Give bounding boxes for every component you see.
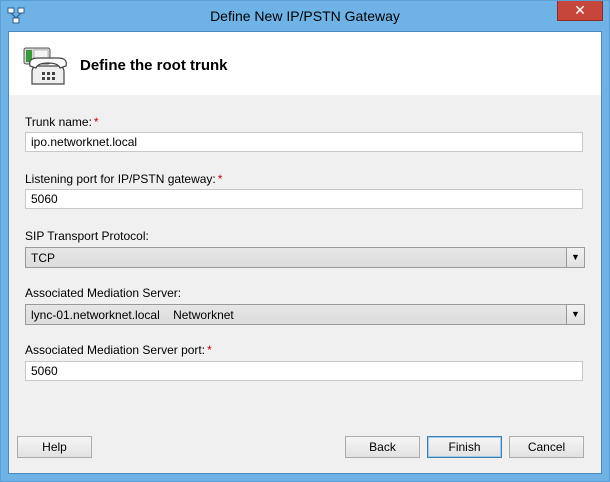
sip-protocol-select[interactable]: TCP ▼ — [25, 247, 585, 268]
trunk-name-input[interactable]: ipo.networknet.local — [25, 132, 583, 152]
mediation-server-value: lync-01.networknet.local Networknet — [31, 308, 234, 322]
mediation-port-label: Associated Mediation Server port: * — [25, 343, 212, 357]
required-marker: * — [93, 115, 99, 129]
cancel-button[interactable]: Cancel — [509, 436, 584, 458]
sip-protocol-label: SIP Transport Protocol: — [25, 229, 149, 243]
trunk-name-label-text: Trunk name: — [25, 115, 92, 129]
dropdown-arrow-icon[interactable]: ▼ — [566, 305, 584, 324]
required-marker: * — [207, 343, 212, 357]
mediation-port-input[interactable]: 5060 — [25, 361, 583, 381]
phone-gateway-icon — [18, 44, 68, 88]
mediation-server-select[interactable]: lync-01.networknet.local Networknet ▼ — [25, 304, 585, 325]
page-title: Define the root trunk — [80, 57, 228, 74]
dialog-client-area: Define the root trunk Trunk name: * ipo.n… — [8, 31, 602, 474]
trunk-name-label: Trunk name: * — [25, 115, 99, 129]
dialog-window: Define New IP/PSTN Gateway ✕ Define the … — [0, 0, 610, 482]
listening-port-input[interactable]: 5060 — [25, 189, 583, 209]
window-title: Define New IP/PSTN Gateway — [210, 8, 400, 24]
close-button[interactable]: ✕ — [557, 1, 603, 21]
listening-port-label-text: Listening port for IP/PSTN gateway: — [25, 172, 216, 186]
listening-port-label: Listening port for IP/PSTN gateway: * — [25, 172, 222, 186]
required-marker: * — [217, 172, 223, 186]
sip-protocol-value: TCP — [31, 251, 55, 265]
close-icon: ✕ — [574, 2, 586, 18]
mediation-port-label-text: Associated Mediation Server port: — [25, 343, 206, 357]
wizard-header: Define the root trunk — [9, 32, 601, 95]
title-bar[interactable]: Define New IP/PSTN Gateway ✕ — [1, 1, 609, 31]
mediation-server-label: Associated Mediation Server: — [25, 286, 182, 300]
finish-button[interactable]: Finish — [427, 436, 502, 458]
help-button[interactable]: Help — [17, 436, 92, 458]
dropdown-arrow-icon[interactable]: ▼ — [566, 248, 584, 267]
back-button[interactable]: Back — [345, 436, 420, 458]
